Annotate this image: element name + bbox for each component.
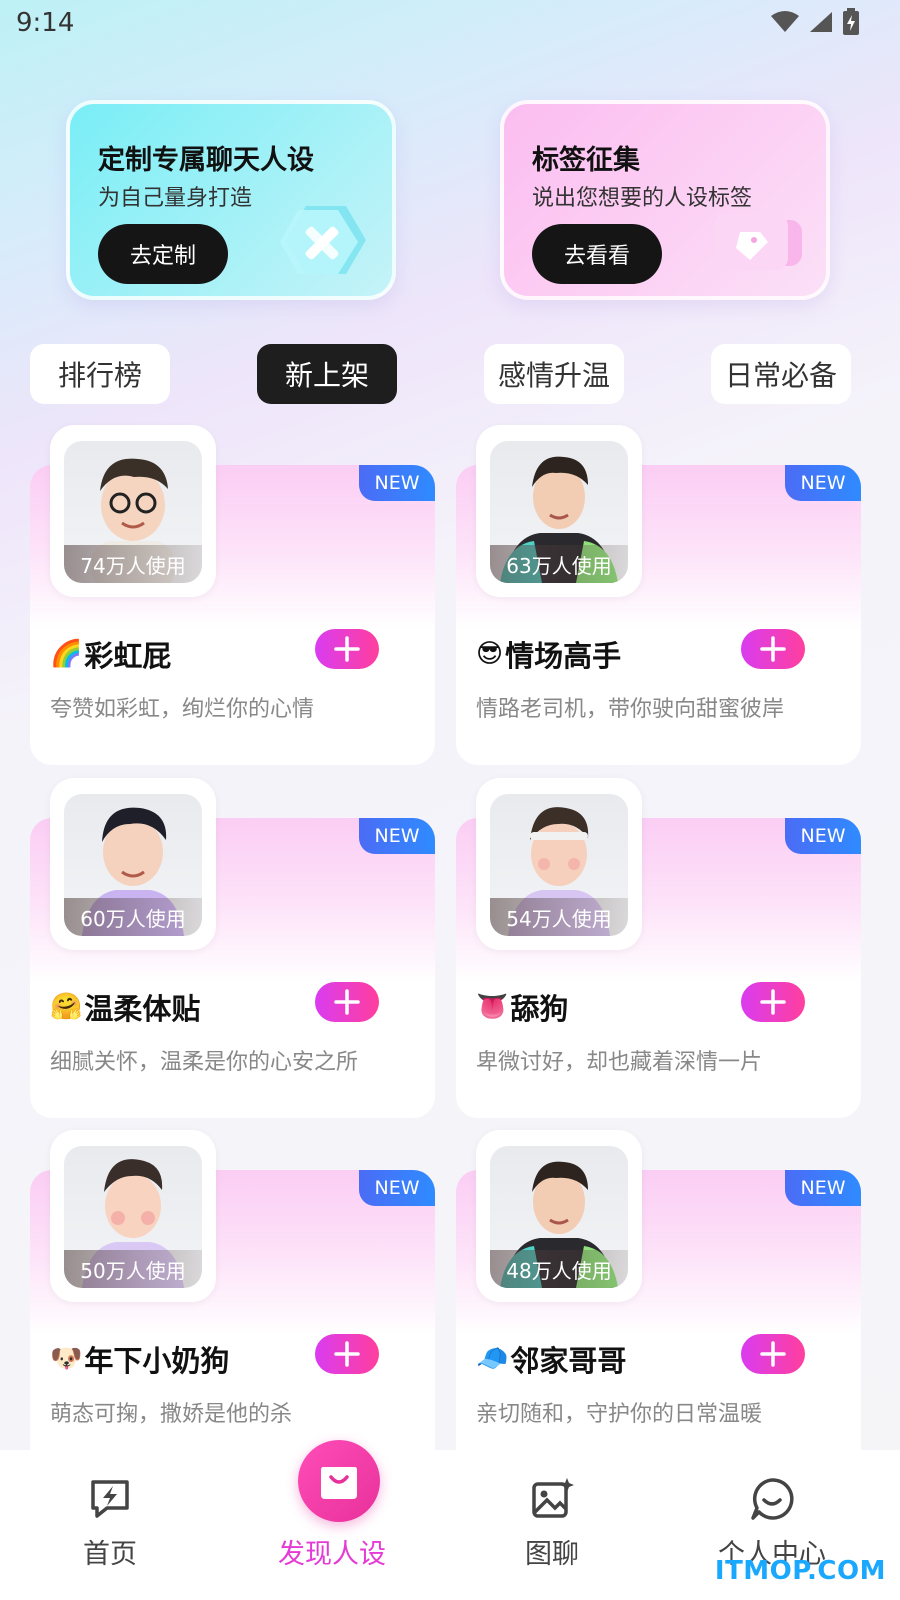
persona-description: 夸赞如彩虹，绚烂你的心情 — [50, 697, 315, 722]
new-badge: NEW — [785, 818, 861, 854]
avatar: 60万人使用 — [50, 778, 216, 950]
promo-tag-collection[interactable]: 标签征集 说出您想要的人设标签 去看看 — [500, 100, 830, 300]
plus-icon — [760, 1341, 786, 1367]
persona-description: 情路老司机，带你驶向甜蜜彼岸 — [476, 697, 785, 722]
lightning-chat-icon — [91, 1480, 129, 1518]
view-button[interactable]: 去看看 — [532, 224, 662, 284]
usage-count: 54万人使用 — [490, 898, 628, 936]
watermark: ITMOP.COM — [714, 1556, 886, 1586]
persona-description: 亲切随和，守护你的日常温暖 — [476, 1402, 763, 1427]
persona-name: 🤗 温柔体贴 — [50, 986, 200, 1028]
persona-name-text: 邻家哥哥 — [510, 1344, 627, 1378]
sunglasses-face-icon: 😎 — [476, 639, 504, 669]
nav-label: 图聊 — [525, 1539, 579, 1570]
new-badge: NEW — [359, 818, 435, 854]
signal-icon — [810, 12, 832, 32]
image-sparkle-icon — [532, 1478, 574, 1518]
hugging-face-icon: 🤗 — [50, 992, 83, 1022]
pencil-ruler-icon — [280, 206, 366, 274]
tab-ranking[interactable]: 排行榜 — [30, 344, 170, 404]
avatar: 48万人使用 — [476, 1130, 642, 1302]
add-persona-button[interactable] — [741, 1334, 805, 1374]
persona-description: 卑微讨好，却也藏着深情一片 — [476, 1050, 763, 1075]
promo-subtitle: 为自己量身打造 — [98, 186, 253, 211]
nav-item-discover[interactable]: 发现人设 — [262, 1532, 402, 1571]
persona-name-text: 彩虹屁 — [84, 639, 172, 673]
persona-name-text: 舔狗 — [510, 992, 569, 1026]
avatar: 50万人使用 — [50, 1130, 216, 1302]
persona-card[interactable]: NEW 74万人使用 🌈 彩虹屁 夸赞如彩虹，绚烂你的心情 — [30, 425, 435, 765]
plus-icon — [760, 636, 786, 662]
chat-bubble-icon — [751, 1478, 794, 1520]
battery-icon — [843, 8, 859, 35]
usage-count: 60万人使用 — [64, 898, 202, 936]
persona-name-text: 年下小奶狗 — [84, 1344, 230, 1378]
new-badge: NEW — [785, 465, 861, 501]
new-badge: NEW — [785, 1170, 861, 1206]
tab-new-arrivals[interactable]: 新上架 — [257, 344, 397, 404]
plus-icon — [334, 636, 360, 662]
add-persona-button[interactable] — [315, 982, 379, 1022]
usage-count: 63万人使用 — [490, 545, 628, 583]
persona-card[interactable]: NEW 63万人使用 😎 情场高手 情路老司机，带你驶向甜蜜彼岸 — [456, 425, 861, 765]
add-persona-button[interactable] — [741, 982, 805, 1022]
persona-description: 萌态可掬，撒娇是他的杀 — [50, 1402, 293, 1427]
persona-name: 😎 情场高手 — [476, 633, 621, 675]
avatar: 63万人使用 — [476, 425, 642, 597]
persona-name: 🧢 邻家哥哥 — [476, 1338, 626, 1380]
tongue-icon: 👅 — [476, 992, 509, 1022]
tab-daily-essentials[interactable]: 日常必备 — [711, 344, 851, 404]
nav-item-home[interactable]: 首页 — [40, 1476, 180, 1571]
add-persona-button[interactable] — [741, 629, 805, 669]
persona-card[interactable]: NEW 48万人使用 🧢 邻家哥哥 亲切随和，守护你的日常温暖 — [456, 1130, 861, 1470]
promo-title: 标签征集 — [532, 145, 640, 176]
usage-count: 74万人使用 — [64, 545, 202, 583]
usage-count: 50万人使用 — [64, 1250, 202, 1288]
status-time: 9:14 — [16, 8, 75, 38]
customize-button[interactable]: 去定制 — [98, 224, 228, 284]
wifi-icon — [771, 11, 799, 32]
nav-item-image-chat[interactable]: 图聊 — [482, 1476, 622, 1571]
rainbow-icon: 🌈 — [50, 639, 83, 669]
add-persona-button[interactable] — [315, 1334, 379, 1374]
status-icons — [770, 8, 860, 36]
tag-icon — [714, 214, 802, 270]
persona-card[interactable]: NEW 50万人使用 🐶 年下小奶狗 萌态可掬，撒娇是他的杀 — [30, 1130, 435, 1470]
persona-card[interactable]: NEW 54万人使用 👅 舔狗 卑微讨好，却也藏着深情一片 — [456, 778, 861, 1118]
promo-title: 定制专属聊天人设 — [98, 145, 314, 176]
status-bar: 9:14 — [0, 0, 900, 48]
avatar: 74万人使用 — [50, 425, 216, 597]
plus-icon — [334, 1341, 360, 1367]
persona-description: 细腻关怀，温柔是你的心安之所 — [50, 1050, 359, 1075]
add-persona-button[interactable] — [315, 629, 379, 669]
nav-label: 首页 — [83, 1539, 137, 1570]
plus-icon — [334, 989, 360, 1015]
persona-name-text: 情场高手 — [505, 639, 622, 673]
tab-relationship[interactable]: 感情升温 — [484, 344, 624, 404]
persona-name: 🌈 彩虹屁 — [50, 633, 171, 675]
persona-name: 🐶 年下小奶狗 — [50, 1338, 229, 1380]
usage-count: 48万人使用 — [490, 1250, 628, 1288]
nav-label: 发现人设 — [278, 1539, 386, 1570]
persona-card[interactable]: NEW 60万人使用 🤗 温柔体贴 细腻关怀，温柔是你的心安之所 — [30, 778, 435, 1118]
promo-custom-persona[interactable]: 定制专属聊天人设 为自己量身打造 去定制 — [66, 100, 396, 300]
new-badge: NEW — [359, 465, 435, 501]
persona-name-text: 温柔体贴 — [84, 992, 201, 1026]
cap-face-icon: 🧢 — [476, 1344, 509, 1374]
new-badge: NEW — [359, 1170, 435, 1206]
plus-icon — [760, 989, 786, 1015]
discover-center-button[interactable] — [298, 1440, 380, 1522]
puppy-icon: 🐶 — [50, 1344, 83, 1374]
promo-subtitle: 说出您想要的人设标签 — [532, 186, 753, 211]
shopping-bag-icon — [321, 1467, 357, 1499]
persona-name: 👅 舔狗 — [476, 986, 568, 1028]
avatar: 54万人使用 — [476, 778, 642, 950]
